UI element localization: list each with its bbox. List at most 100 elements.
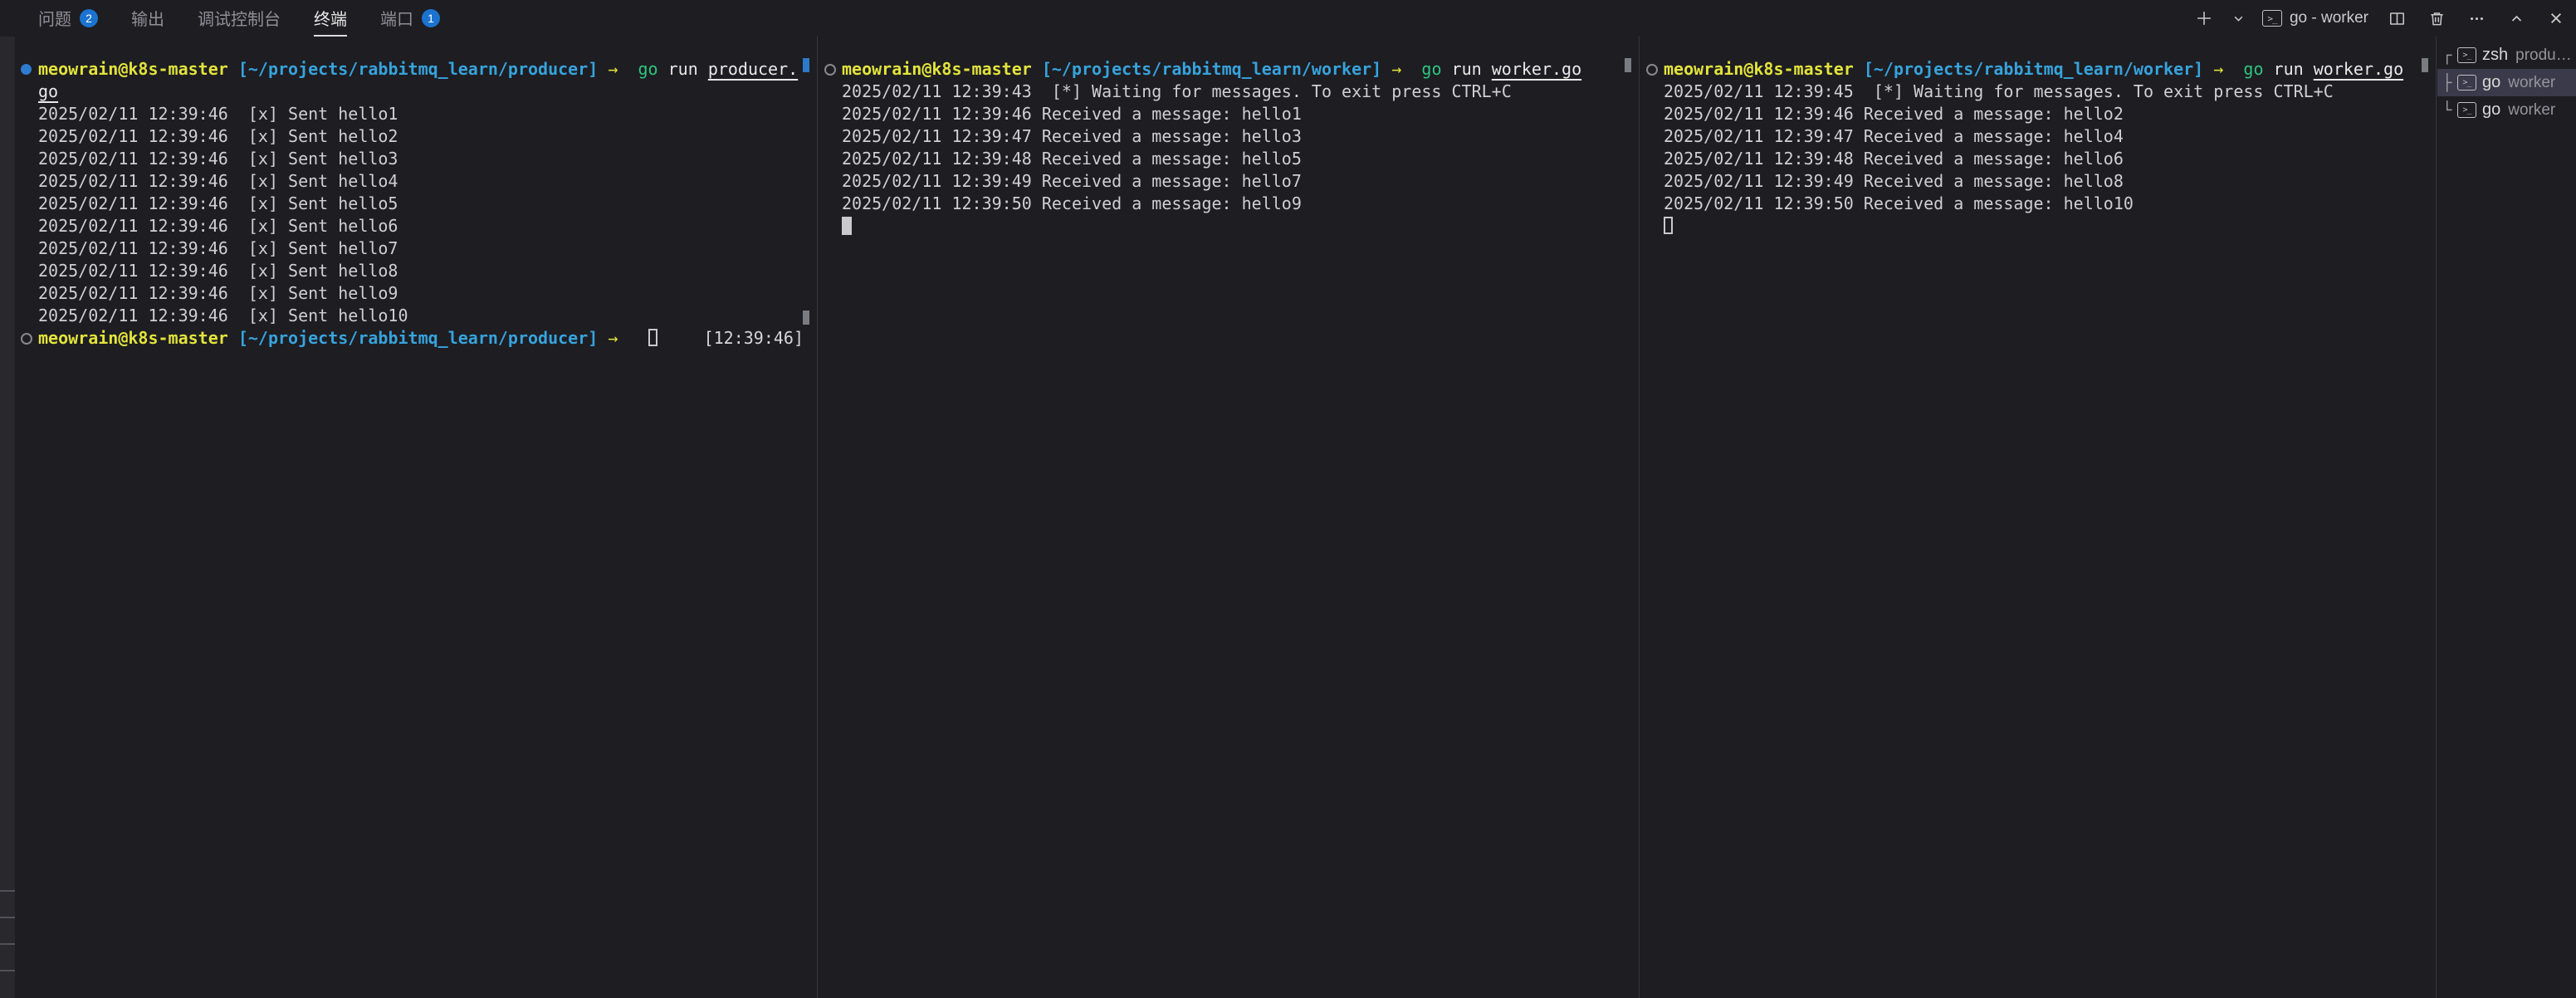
left-gutter xyxy=(0,37,15,998)
tab-terminal[interactable]: 终端 xyxy=(314,0,347,37)
terminal-text: 2025/02/11 12:39:49 Received a message: … xyxy=(1664,170,2436,193)
tab-ports[interactable]: 端口1 xyxy=(380,0,440,37)
terminal-cursor xyxy=(842,217,852,235)
terminal-text: 2025/02/11 12:39:46 [x] Sent hello10 xyxy=(38,305,817,327)
terminal-pane-3[interactable]: meowrain@k8s-master [~/projects/rabbitmq… xyxy=(1640,37,2436,998)
decoration-spacer xyxy=(15,282,38,305)
terminal-line: meowrain@k8s-master [~/projects/rabbitmq… xyxy=(15,327,817,350)
text-segment: meowrain@k8s-master xyxy=(1664,58,1854,81)
text-segment: 2025/02/11 12:39:46 [x] Sent hello7 xyxy=(38,237,398,260)
decoration-spacer xyxy=(819,170,842,193)
close-panel-button[interactable] xyxy=(2544,7,2568,30)
terminal-line: 2025/02/11 12:39:43 [*] Waiting for mess… xyxy=(819,81,1639,103)
text-segment xyxy=(598,58,608,81)
decoration-spacer xyxy=(819,215,842,237)
terminal-text: meowrain@k8s-master [~/projects/rabbitmq… xyxy=(38,327,817,350)
panel-toolbar: >_ go - worker xyxy=(2192,0,2568,37)
tab-problems[interactable]: 问题2 xyxy=(38,0,98,37)
active-terminal-selector[interactable]: >_ go - worker xyxy=(2262,9,2368,27)
maximize-panel-button[interactable] xyxy=(2505,7,2528,30)
text-segment: 2025/02/11 12:39:48 Received a message: … xyxy=(1664,148,2124,170)
text-segment: worker.go xyxy=(1492,58,1581,81)
terminal-icon: >_ xyxy=(2457,47,2476,63)
text-segment: go xyxy=(1421,58,1441,81)
tab-label: 端口 xyxy=(380,1,413,37)
text-segment: 2025/02/11 12:39:46 Received a message: … xyxy=(842,103,1302,125)
pane-divider[interactable] xyxy=(817,37,818,998)
terminal-description: worker xyxy=(2508,101,2555,120)
more-actions-button[interactable] xyxy=(2465,7,2488,30)
text-segment: 2025/02/11 12:39:46 [x] Sent hello8 xyxy=(38,260,398,282)
terminal-text: 2025/02/11 12:39:46 [x] Sent hello1 xyxy=(38,103,817,125)
terminal-line: 2025/02/11 12:39:45 [*] Waiting for mess… xyxy=(1640,81,2436,103)
terminal-line: 2025/02/11 12:39:46 Received a message: … xyxy=(1640,103,2436,125)
text-segment: run xyxy=(658,58,708,81)
text-segment: 2025/02/11 12:39:43 [*] Waiting for mess… xyxy=(842,81,1512,103)
tab-debug-console[interactable]: 调试控制台 xyxy=(198,0,281,37)
terminal-line: 2025/02/11 12:39:50 Received a message: … xyxy=(1640,193,2436,215)
panel-tabs: 问题2 输出调试控制台终端端口1 xyxy=(0,0,440,37)
command-decoration-filled[interactable] xyxy=(15,58,38,81)
terminal-line: go xyxy=(15,81,817,103)
command-decoration-hollow[interactable] xyxy=(1640,58,1664,81)
text-segment xyxy=(618,58,638,81)
terminal-list-item-go[interactable]: └>_goworker xyxy=(2437,96,2576,124)
decoration-spacer xyxy=(15,81,38,103)
terminal-line: 2025/02/11 12:39:50 Received a message: … xyxy=(819,193,1639,215)
tab-badge: 2 xyxy=(80,9,98,27)
decoration-spacer xyxy=(1640,125,1664,148)
text-segment: go xyxy=(638,58,658,81)
decoration-spacer xyxy=(1640,170,1664,193)
text-segment: → xyxy=(608,58,618,81)
tree-connector: ├ xyxy=(2442,74,2456,92)
active-terminal-label: go - worker xyxy=(2290,9,2368,27)
text-segment: 2025/02/11 12:39:50 Received a message: … xyxy=(1664,193,2134,215)
terminal-list-item-zsh[interactable]: ┌>_zshprodu… xyxy=(2437,42,2576,69)
text-segment: 2025/02/11 12:39:46 [x] Sent hello5 xyxy=(38,193,398,215)
text-segment: run xyxy=(2264,58,2314,81)
text-segment xyxy=(1401,58,1421,81)
terminal-text: 2025/02/11 12:39:46 [x] Sent hello4 xyxy=(38,170,817,193)
decoration-spacer xyxy=(15,305,38,327)
pane-divider[interactable] xyxy=(1639,37,1640,998)
new-terminal-button[interactable] xyxy=(2192,7,2216,30)
sidebar-divider[interactable] xyxy=(2436,37,2437,998)
text-segment: 2025/02/11 12:39:50 Received a message: … xyxy=(842,193,1302,215)
panel-tab-bar: 问题2 输出调试控制台终端端口1 xyxy=(0,0,2576,37)
text-segment: 2025/02/11 12:39:49 Received a message: … xyxy=(842,170,1302,193)
text-segment: meowrain@k8s-master xyxy=(38,58,228,81)
terminal-text: 2025/02/11 12:39:46 [x] Sent hello2 xyxy=(38,125,817,148)
terminal-line: 2025/02/11 12:39:48 Received a message: … xyxy=(819,148,1639,170)
decoration-spacer xyxy=(1640,148,1664,170)
text-segment: go xyxy=(2243,58,2263,81)
terminal-cursor xyxy=(648,329,657,346)
terminal-profile-dropdown-chevron-icon[interactable] xyxy=(2232,7,2246,30)
terminal-description: worker xyxy=(2508,74,2555,92)
terminal-text: 2025/02/11 12:39:46 [x] Sent hello8 xyxy=(38,260,817,282)
terminal-list-item-go[interactable]: ├>_goworker xyxy=(2437,69,2576,96)
kill-terminal-button[interactable] xyxy=(2425,7,2448,30)
text-segment: 2025/02/11 12:39:47 Received a message: … xyxy=(1664,125,2124,148)
split-terminal-button[interactable] xyxy=(2385,7,2408,30)
terminal-text: 2025/02/11 12:39:46 [x] Sent hello3 xyxy=(38,148,817,170)
terminal-text: 2025/02/11 12:39:46 Received a message: … xyxy=(842,103,1639,125)
terminal-text: meowrain@k8s-master [~/projects/rabbitmq… xyxy=(1664,58,2436,81)
text-segment: 2025/02/11 12:39:46 [x] Sent hello6 xyxy=(38,215,398,237)
text-segment xyxy=(598,327,608,350)
terminal-panel: meowrain@k8s-master [~/projects/rabbitmq… xyxy=(0,37,2576,998)
decoration-spacer xyxy=(15,193,38,215)
command-decoration-hollow[interactable] xyxy=(15,327,38,350)
text-segment: 2025/02/11 12:39:46 [x] Sent hello4 xyxy=(38,170,398,193)
text-segment xyxy=(2223,58,2243,81)
terminal-text: 2025/02/11 12:39:49 Received a message: … xyxy=(842,170,1639,193)
terminal-text xyxy=(842,215,1639,237)
terminal-tabs-list: ┌>_zshprodu…├>_goworker└>_goworker xyxy=(2437,42,2576,124)
decoration-spacer xyxy=(819,81,842,103)
command-decoration-hollow[interactable] xyxy=(819,58,842,81)
terminal-name: go xyxy=(2482,73,2500,92)
terminal-text: 2025/02/11 12:39:46 Received a message: … xyxy=(1664,103,2436,125)
terminal-pane-2[interactable]: meowrain@k8s-master [~/projects/rabbitmq… xyxy=(819,37,1639,998)
terminal-pane-1[interactable]: meowrain@k8s-master [~/projects/rabbitmq… xyxy=(15,37,817,998)
tab-output[interactable]: 输出 xyxy=(131,0,164,37)
terminal-text: 2025/02/11 12:39:48 Received a message: … xyxy=(842,148,1639,170)
